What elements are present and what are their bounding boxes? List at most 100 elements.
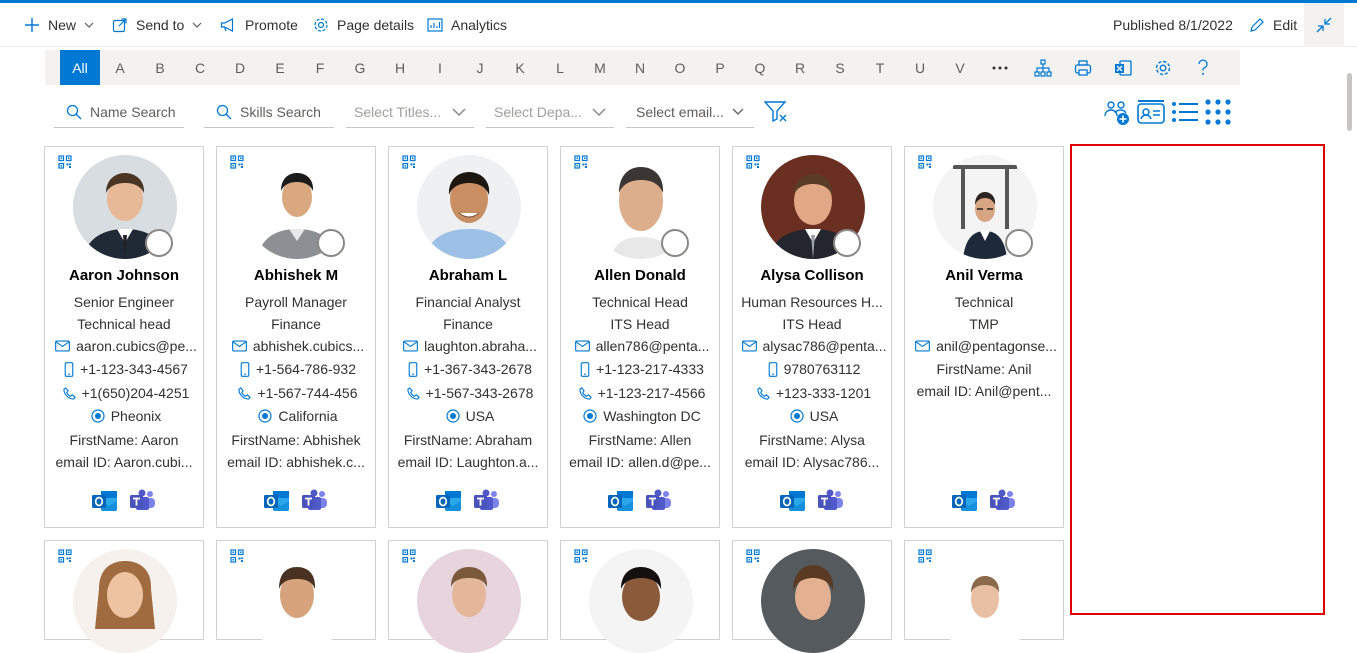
- alpha-letter[interactable]: M: [580, 50, 620, 85]
- scrollbar-track[interactable]: [1344, 48, 1357, 622]
- person-mobile[interactable]: +1-564-786-932: [225, 361, 371, 377]
- person-email[interactable]: anil@pentagonse...: [913, 338, 1059, 354]
- outlook-icon[interactable]: [608, 489, 634, 513]
- name-search-input[interactable]: Name Search: [54, 96, 184, 128]
- alpha-letter[interactable]: F: [300, 50, 340, 85]
- person-mobile[interactable]: +1-367-343-2678: [397, 361, 543, 377]
- person-phone[interactable]: +1-123-217-4566: [569, 385, 715, 401]
- person-email[interactable]: aaron.cubics@pe...: [53, 338, 199, 354]
- alpha-letter[interactable]: U: [900, 50, 940, 85]
- person-card[interactable]: [732, 540, 892, 653]
- qr-code-icon[interactable]: [574, 155, 588, 169]
- skills-search-input[interactable]: Skills Search: [204, 96, 334, 128]
- promote-button[interactable]: Promote: [220, 3, 298, 47]
- clear-filter-button[interactable]: [760, 96, 792, 128]
- outlook-icon[interactable]: [780, 489, 806, 513]
- alpha-letter[interactable]: C: [180, 50, 220, 85]
- alpha-letter[interactable]: R: [780, 50, 820, 85]
- alpha-letter[interactable]: A: [100, 50, 140, 85]
- person-card[interactable]: Anil Verma Technical TMP anil@pentagonse…: [904, 146, 1064, 528]
- send-to-button[interactable]: Send to: [112, 3, 210, 47]
- qr-code-icon[interactable]: [230, 549, 244, 563]
- qr-code-icon[interactable]: [58, 549, 72, 563]
- person-card[interactable]: Abraham L Financial Analyst Finance laug…: [388, 146, 548, 528]
- alpha-letter[interactable]: D: [220, 50, 260, 85]
- qr-code-icon[interactable]: [58, 155, 72, 169]
- list-view-button[interactable]: [1169, 96, 1201, 128]
- teams-icon[interactable]: [990, 489, 1016, 513]
- alpha-letter[interactable]: Q: [740, 50, 780, 85]
- person-email[interactable]: alysac786@penta...: [741, 338, 887, 354]
- analytics-button[interactable]: Analytics: [427, 3, 507, 47]
- person-card[interactable]: [44, 540, 204, 653]
- outlook-icon[interactable]: [264, 489, 290, 513]
- person-email[interactable]: abhishek.cubics...: [225, 338, 371, 354]
- qr-code-icon[interactable]: [746, 155, 760, 169]
- person-mobile[interactable]: +1-123-217-4333: [569, 361, 715, 377]
- alpha-letter[interactable]: J: [460, 50, 500, 85]
- titles-dropdown[interactable]: Select Titles...: [346, 96, 474, 128]
- person-phone[interactable]: +1-567-744-456: [225, 385, 371, 401]
- alpha-letter[interactable]: L: [540, 50, 580, 85]
- alpha-letter[interactable]: S: [820, 50, 860, 85]
- person-card[interactable]: Aaron Johnson Senior Engineer Technical …: [44, 146, 204, 528]
- page-details-button[interactable]: Page details: [313, 3, 414, 47]
- teams-icon[interactable]: [474, 489, 500, 513]
- person-card[interactable]: Allen Donald Technical Head ITS Head all…: [560, 146, 720, 528]
- person-phone[interactable]: +123-333-1201: [741, 385, 887, 401]
- alpha-letter[interactable]: V: [940, 50, 980, 85]
- person-card[interactable]: Alysa Collison Human Resources H... ITS …: [732, 146, 892, 528]
- collapse-button[interactable]: [1304, 3, 1344, 47]
- person-phone[interactable]: +1-567-343-2678: [397, 385, 543, 401]
- alpha-all[interactable]: All: [60, 50, 100, 85]
- settings-button[interactable]: [1143, 50, 1183, 85]
- alpha-letter[interactable]: I: [420, 50, 460, 85]
- qr-code-icon[interactable]: [230, 155, 244, 169]
- add-people-button[interactable]: [1101, 96, 1133, 128]
- org-chart-button[interactable]: [1023, 50, 1063, 85]
- qr-code-icon[interactable]: [918, 549, 932, 563]
- edit-button[interactable]: Edit: [1249, 3, 1297, 47]
- person-card[interactable]: Abhishek M Payroll Manager Finance abhis…: [216, 146, 376, 528]
- alpha-letter[interactable]: P: [700, 50, 740, 85]
- qr-code-icon[interactable]: [402, 155, 416, 169]
- alpha-letter[interactable]: O: [660, 50, 700, 85]
- new-button[interactable]: New: [24, 3, 102, 47]
- scrollbar-thumb[interactable]: [1347, 73, 1352, 131]
- person-email[interactable]: laughton.abraha...: [397, 338, 543, 354]
- departments-dropdown[interactable]: Select Depa...: [486, 96, 614, 128]
- more-button[interactable]: [980, 50, 1020, 85]
- outlook-icon[interactable]: [92, 489, 118, 513]
- help-button[interactable]: [1183, 50, 1223, 85]
- excel-export-button[interactable]: [1103, 50, 1143, 85]
- person-mobile[interactable]: 9780763112: [741, 361, 887, 377]
- teams-icon[interactable]: [646, 489, 672, 513]
- email-dropdown[interactable]: Select email...: [626, 96, 754, 128]
- alpha-letter[interactable]: G: [340, 50, 380, 85]
- person-card[interactable]: [904, 540, 1064, 653]
- person-card[interactable]: [560, 540, 720, 653]
- alpha-letter[interactable]: K: [500, 50, 540, 85]
- teams-icon[interactable]: [302, 489, 328, 513]
- qr-code-icon[interactable]: [574, 549, 588, 563]
- alpha-letter[interactable]: H: [380, 50, 420, 85]
- outlook-icon[interactable]: [952, 489, 978, 513]
- teams-icon[interactable]: [818, 489, 844, 513]
- alpha-letter[interactable]: B: [140, 50, 180, 85]
- qr-code-icon[interactable]: [918, 155, 932, 169]
- qr-code-icon[interactable]: [402, 549, 416, 563]
- grid-view-button[interactable]: [1202, 96, 1234, 128]
- contact-card-view-button[interactable]: [1135, 96, 1167, 128]
- alpha-letter[interactable]: E: [260, 50, 300, 85]
- alpha-letter[interactable]: N: [620, 50, 660, 85]
- alpha-letter[interactable]: T: [860, 50, 900, 85]
- print-button[interactable]: [1063, 50, 1103, 85]
- person-card[interactable]: [216, 540, 376, 653]
- person-mobile[interactable]: +1-123-343-4567: [53, 361, 199, 377]
- person-phone[interactable]: +1(650)204-4251: [53, 385, 199, 401]
- outlook-icon[interactable]: [436, 489, 462, 513]
- person-email[interactable]: allen786@penta...: [569, 338, 715, 354]
- teams-icon[interactable]: [130, 489, 156, 513]
- qr-code-icon[interactable]: [746, 549, 760, 563]
- person-card[interactable]: [388, 540, 548, 653]
